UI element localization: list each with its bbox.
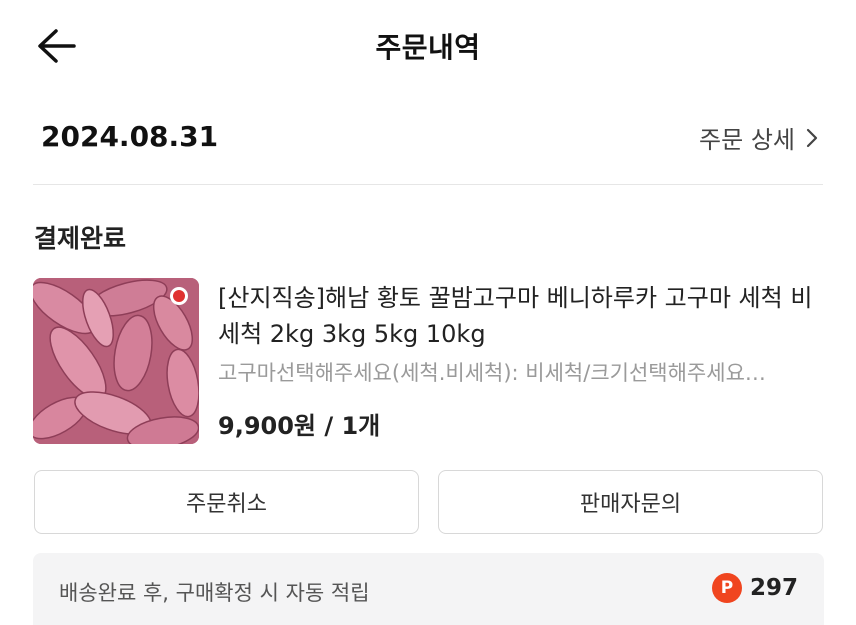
order-status: 결제완료	[34, 224, 127, 253]
product-option: 고구마선택해주세요(세척.비세척): 비세척/크기선택해주세요…	[218, 361, 766, 385]
points-value: 297	[749, 575, 798, 601]
seller-inquiry-button[interactable]: 판매자문의	[438, 470, 823, 534]
sweet-potato-image	[33, 278, 199, 444]
divider	[33, 184, 823, 185]
points-amount: P 297	[711, 573, 798, 603]
order-detail-label: 주문 상세	[699, 126, 795, 154]
cancel-order-button[interactable]: 주문취소	[34, 470, 419, 534]
product-price: 9,900원 / 1개	[218, 412, 381, 440]
product-name: [산지직송]해남 황토 꿀밤고구마 베니하루카 고구마 세척 비세척 2kg 3…	[218, 284, 813, 348]
points-icon: P	[711, 573, 742, 603]
product-image[interactable]	[33, 278, 199, 444]
product-info[interactable]: [산지직송]해남 황토 꿀밤고구마 베니하루카 고구마 세척 비세척 2kg 3…	[218, 280, 828, 441]
page-title: 주문내역	[375, 31, 481, 64]
order-date-row: 2024.08.31 주문 상세	[33, 110, 823, 166]
order-date: 2024.08.31	[41, 120, 219, 153]
points-info-bar: 배송완료 후, 구매확정 시 자동 적립 P 297	[33, 553, 824, 625]
chevron-right-icon	[806, 128, 818, 147]
points-description: 배송완료 후, 구매확정 시 자동 적립	[59, 581, 370, 605]
order-history-page: 주문내역 2024.08.31 주문 상세 결제완료 [산지직송]해남 황토 꿀…	[0, 0, 856, 625]
header: 주문내역	[0, 0, 856, 92]
order-detail-link[interactable]: 주문 상세	[699, 120, 819, 155]
